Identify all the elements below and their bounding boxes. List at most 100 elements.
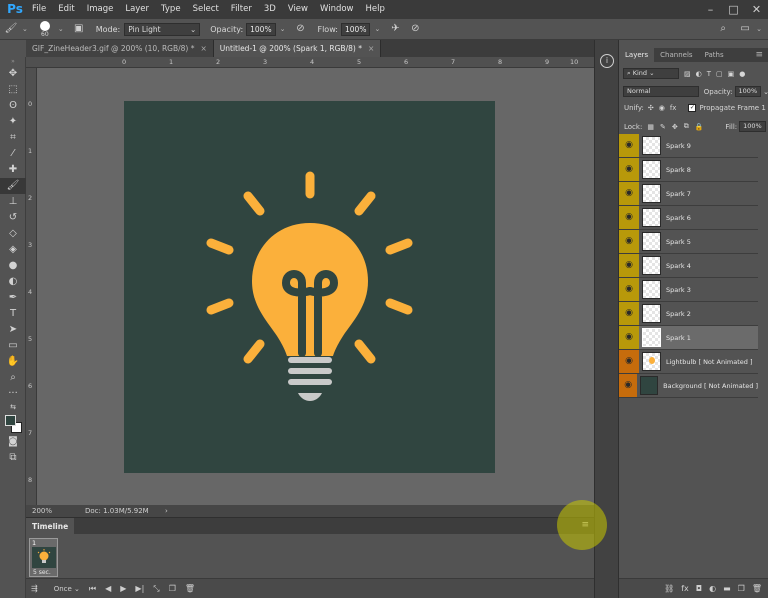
info-icon[interactable]: i bbox=[600, 54, 614, 68]
more-tools-icon[interactable]: ··· bbox=[0, 386, 26, 402]
eye-icon[interactable]: ◉ bbox=[619, 158, 639, 181]
minimize-icon[interactable]: – bbox=[699, 0, 722, 19]
type-tool-icon[interactable]: T bbox=[0, 306, 26, 322]
filter-pixel-icon[interactable]: ▨ bbox=[684, 70, 691, 78]
eye-icon[interactable]: ◉ bbox=[619, 350, 639, 373]
tab-layers[interactable]: Layers bbox=[619, 48, 655, 62]
blend-mode-select[interactable]: Normal bbox=[623, 86, 699, 97]
tool-preset-chevron-icon[interactable]: ⌄ bbox=[22, 25, 28, 33]
lock-all-icon[interactable]: 🔒 bbox=[695, 123, 704, 131]
clone-stamp-tool-icon[interactable]: ⊥ bbox=[0, 194, 26, 210]
airbrush-icon[interactable]: ✈ bbox=[388, 22, 402, 36]
screen-mode-icon[interactable]: ⧉ bbox=[0, 450, 26, 466]
layer-name[interactable]: Spark 9 bbox=[666, 142, 691, 150]
lock-transparent-icon[interactable]: ▦ bbox=[647, 123, 654, 131]
unify-style-icon[interactable]: fx bbox=[670, 104, 677, 112]
eye-icon[interactable]: ◉ bbox=[619, 182, 639, 205]
duplicate-frame-icon[interactable]: ❐ bbox=[169, 584, 176, 593]
menu-select[interactable]: Select bbox=[187, 0, 225, 19]
hand-tool-icon[interactable]: ✋ bbox=[0, 354, 26, 370]
adjustment-layer-icon[interactable]: ◐ bbox=[709, 584, 716, 593]
loop-select[interactable]: Once ⌄ bbox=[54, 585, 80, 593]
new-group-icon[interactable]: ▬ bbox=[723, 584, 731, 593]
history-brush-tool-icon[interactable]: ↺ bbox=[0, 210, 26, 226]
layer-row[interactable]: ◉ Background [ Not Animated ] bbox=[619, 374, 758, 398]
add-mask-icon[interactable]: ◘ bbox=[696, 584, 702, 593]
mode-select[interactable]: Pin Light ⌄ bbox=[124, 22, 201, 36]
eye-icon[interactable]: ◉ bbox=[619, 374, 638, 397]
workspace-icon[interactable]: ▭ bbox=[738, 22, 752, 36]
menu-3d[interactable]: 3D bbox=[258, 0, 282, 19]
brush-tool-icon[interactable]: 🖌 bbox=[0, 178, 26, 194]
quick-mask-icon[interactable]: ◙ bbox=[0, 434, 26, 450]
eraser-tool-icon[interactable]: ◇ bbox=[0, 226, 26, 242]
tab-channels[interactable]: Channels bbox=[654, 48, 698, 62]
tab-timeline[interactable]: Timeline bbox=[26, 518, 75, 535]
layer-name[interactable]: Spark 3 bbox=[666, 286, 691, 294]
filter-type-icon[interactable]: T bbox=[707, 70, 711, 78]
dodge-tool-icon[interactable]: ◐ bbox=[0, 274, 26, 290]
brush-tool-icon[interactable]: 🖌 bbox=[4, 22, 18, 36]
timeline-frame[interactable]: 1 5 sec. bbox=[29, 538, 58, 577]
play-icon[interactable]: ▶ bbox=[120, 584, 126, 593]
eye-icon[interactable]: ◉ bbox=[619, 134, 639, 157]
zoom-tool-icon[interactable]: ⌕ bbox=[0, 370, 26, 386]
next-frame-icon[interactable]: ▶| bbox=[135, 584, 144, 593]
trash-icon[interactable]: 🗑 bbox=[752, 584, 762, 593]
tween-icon[interactable]: ⤡ bbox=[153, 584, 159, 594]
opacity-input[interactable]: 100% bbox=[246, 22, 276, 36]
tab-paths[interactable]: Paths bbox=[699, 48, 730, 62]
lasso-tool-icon[interactable]: ʘ bbox=[0, 98, 26, 114]
tab-close-icon[interactable]: × bbox=[200, 44, 206, 53]
opacity-chevron-icon[interactable]: ⌄ bbox=[763, 88, 768, 96]
magic-wand-tool-icon[interactable]: ✦ bbox=[0, 114, 26, 130]
opacity-chevron-icon[interactable]: ⌄ bbox=[280, 25, 286, 33]
layer-opacity-input[interactable]: 100% bbox=[734, 86, 762, 97]
brush-panel-icon[interactable]: ▣ bbox=[72, 22, 86, 36]
pressure-size-icon[interactable]: ⊘ bbox=[408, 22, 422, 36]
layer-name[interactable]: Spark 1 bbox=[666, 334, 691, 342]
layer-name[interactable]: Spark 2 bbox=[666, 310, 691, 318]
layer-row[interactable]: ◉ Spark 9 bbox=[619, 134, 758, 158]
path-selection-tool-icon[interactable]: ➤ bbox=[0, 322, 26, 338]
pressure-opacity-icon[interactable]: ⊘ bbox=[293, 22, 307, 36]
menu-help[interactable]: Help bbox=[360, 0, 391, 19]
filter-adjustment-icon[interactable]: ◐ bbox=[696, 70, 702, 78]
move-tool-icon[interactable]: ✥ bbox=[0, 66, 26, 82]
layer-name[interactable]: Spark 5 bbox=[666, 238, 691, 246]
link-layers-icon[interactable]: ⛓ bbox=[664, 584, 674, 593]
menu-filter[interactable]: Filter bbox=[225, 0, 258, 19]
flow-chevron-icon[interactable]: ⌄ bbox=[374, 25, 380, 33]
lock-image-icon[interactable]: ✎ bbox=[660, 123, 666, 131]
eye-icon[interactable]: ◉ bbox=[619, 326, 639, 349]
swap-colors-icon[interactable]: ⇆ bbox=[0, 402, 26, 412]
toolbar-grip-icon[interactable]: » bbox=[0, 57, 26, 66]
prev-frame-icon[interactable]: ◀ bbox=[105, 584, 111, 593]
paint-bucket-tool-icon[interactable]: ◈ bbox=[0, 242, 26, 258]
trash-icon[interactable]: 🗑 bbox=[185, 584, 195, 593]
menu-edit[interactable]: Edit bbox=[52, 0, 80, 19]
zoom-level[interactable]: 200% bbox=[32, 507, 82, 515]
blur-tool-icon[interactable]: ● bbox=[0, 258, 26, 274]
layer-name[interactable]: Spark 8 bbox=[666, 166, 691, 174]
menu-image[interactable]: Image bbox=[81, 0, 120, 19]
layer-row[interactable]: ◉ Spark 6 bbox=[619, 206, 758, 230]
new-layer-icon[interactable]: ❐ bbox=[738, 584, 745, 593]
unify-visibility-icon[interactable]: ◉ bbox=[659, 104, 665, 112]
menu-view[interactable]: View bbox=[282, 0, 314, 19]
layer-row-selected[interactable]: ◉ Spark 1 bbox=[619, 326, 758, 350]
layer-row[interactable]: ◉ Spark 3 bbox=[619, 278, 758, 302]
layer-name[interactable]: Lightbulb [ Not Animated ] bbox=[666, 358, 752, 366]
brush-chevron-icon[interactable]: ⌄ bbox=[58, 25, 64, 33]
pen-tool-icon[interactable]: ✒ bbox=[0, 290, 26, 306]
lock-position-icon[interactable]: ✥ bbox=[672, 123, 678, 131]
marquee-tool-icon[interactable]: ⬚ bbox=[0, 82, 26, 98]
first-frame-icon[interactable]: ⏮ bbox=[89, 584, 96, 594]
tab-untitled-1[interactable]: Untitled-1 @ 200% (Spark 1, RGB/8) * × bbox=[213, 40, 382, 57]
propagate-checkbox[interactable]: ✓ bbox=[688, 104, 697, 112]
layer-name[interactable]: Background [ Not Animated ] bbox=[663, 382, 758, 390]
filter-shape-icon[interactable]: ▢ bbox=[716, 70, 723, 78]
convert-to-video-icon[interactable]: ⇶ bbox=[31, 584, 38, 593]
maximize-icon[interactable]: □ bbox=[722, 0, 745, 19]
lock-artboard-icon[interactable]: ⧉ bbox=[684, 122, 689, 131]
